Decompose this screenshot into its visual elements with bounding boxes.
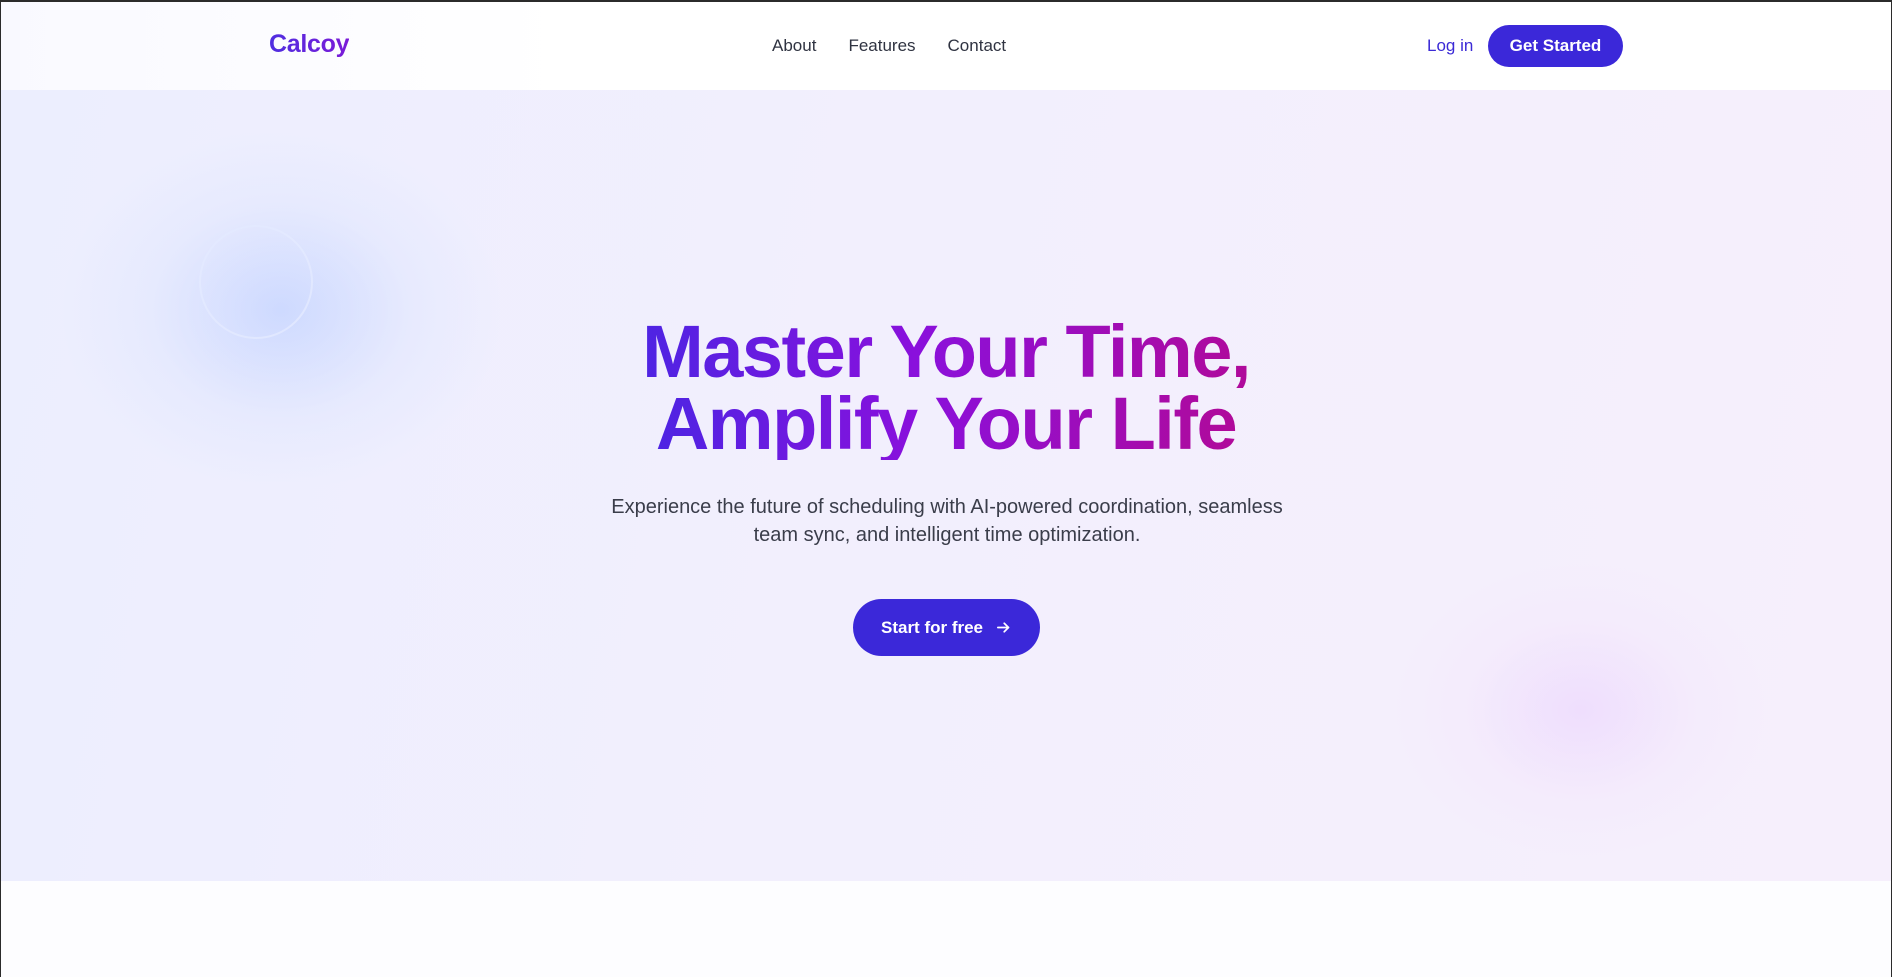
hero-headline-line-2: Amplify Your Life: [655, 382, 1238, 465]
nav-link-contact[interactable]: Contact: [948, 36, 1007, 56]
nav-link-about[interactable]: About: [772, 36, 816, 56]
start-for-free-label: Start for free: [880, 617, 984, 637]
main-nav: About Features Contact: [772, 36, 1038, 56]
next-section: [1, 881, 1891, 977]
hero-subtitle-line-1: Experience the future of scheduling with…: [611, 496, 1283, 518]
browser-viewport: Calcoy About Features Contact Log in Get…: [0, 0, 1892, 977]
start-for-free-button[interactable]: Start for free: [853, 599, 1040, 656]
hero-subtitle: Experience the future of scheduling with…: [597, 493, 1297, 549]
nav-link-features[interactable]: Features: [848, 36, 915, 56]
arrow-right-icon: [996, 622, 1010, 633]
hero-section: Master Your Time, Amplify Your Life Expe…: [1, 90, 1891, 881]
login-link[interactable]: Log in: [1427, 36, 1473, 56]
brand-logo[interactable]: Calcoy: [269, 30, 349, 59]
top-navigation-bar: Calcoy About Features Contact Log in Get…: [1, 2, 1891, 90]
hero-headline: Master Your Time, Amplify Your Life: [1, 310, 1891, 465]
hero-headline-line-1: Master Your Time,: [642, 310, 1251, 393]
hero-subtitle-line-2: team sync, and intelligent time optimiza…: [753, 524, 1141, 546]
decorative-pink-glow: [1391, 560, 1771, 860]
get-started-button[interactable]: Get Started: [1488, 25, 1623, 67]
